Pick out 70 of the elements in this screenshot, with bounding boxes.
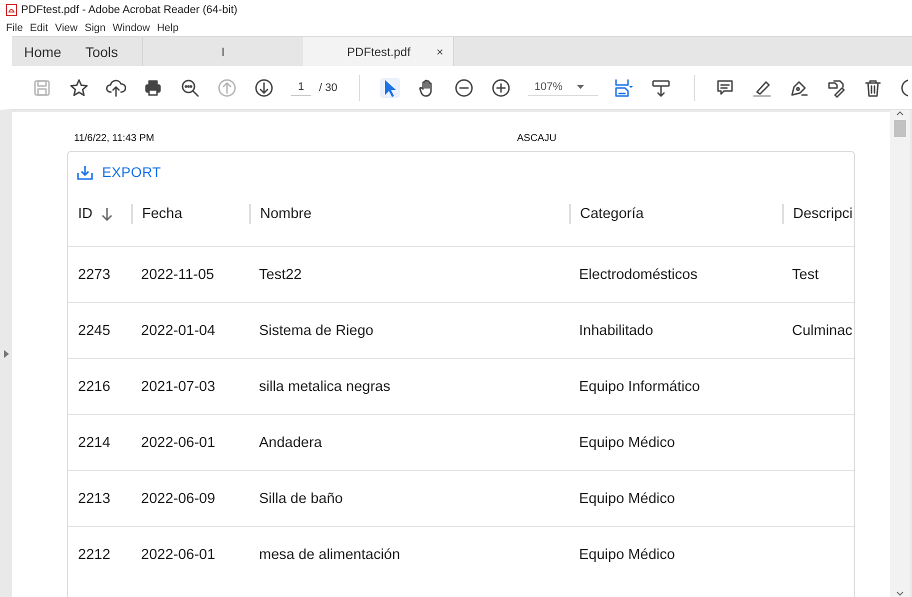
- scrollbar-thumb[interactable]: [894, 120, 906, 137]
- zoom-in-icon[interactable]: [491, 78, 512, 98]
- column-header[interactable]: Descripci: [793, 206, 853, 222]
- table-cell: Test: [792, 266, 819, 282]
- column-header[interactable]: Categoría: [580, 206, 644, 222]
- close-icon[interactable]: ×: [436, 44, 444, 58]
- comment-icon[interactable]: [715, 78, 736, 98]
- pdf-file-icon: [6, 4, 17, 16]
- pointer-icon[interactable]: [380, 78, 400, 98]
- document-title: ASCAJU: [517, 133, 556, 146]
- menu-item[interactable]: Window: [112, 22, 150, 34]
- next-page-icon[interactable]: [254, 78, 274, 98]
- window-title: PDFtest.pdf - Adobe Acrobat Reader (64-bit): [21, 4, 238, 16]
- caret-icon: [576, 85, 584, 89]
- table-cell: 2021-07-03: [141, 378, 216, 394]
- table-cell: 2245: [78, 322, 110, 338]
- table-cell: Equipo Informático: [579, 378, 700, 394]
- column-header[interactable]: Nombre: [260, 206, 312, 222]
- table-cell: Test22: [259, 266, 302, 282]
- table-cell: silla metalica negras: [259, 378, 390, 394]
- tab[interactable]: Tools: [73, 37, 130, 66]
- scroll-up-icon[interactable]: [896, 110, 904, 116]
- table-cell: Sistema de Riego: [259, 322, 374, 338]
- download-icon: [77, 164, 93, 180]
- zoom-out-icon[interactable]: [454, 78, 474, 98]
- table-cell: Silla de baño: [259, 490, 343, 506]
- table-cell: Culminac: [792, 322, 852, 338]
- menu-item[interactable]: Edit: [30, 22, 48, 34]
- scroll-mode-icon[interactable]: [651, 78, 672, 98]
- table-cell: 2216: [78, 378, 110, 394]
- table-cell: 2214: [78, 434, 110, 450]
- table-cell: Equipo Médico: [579, 490, 675, 506]
- trash-icon[interactable]: [863, 78, 884, 98]
- star-icon[interactable]: [69, 78, 89, 98]
- table-cell: Inhabilitado: [579, 322, 654, 338]
- table-cell: Equipo Médico: [579, 434, 675, 450]
- menu-item[interactable]: File: [6, 22, 23, 34]
- tab[interactable]: PDFtest.pdf ×: [303, 37, 454, 66]
- print-date: 11/6/22, 11:43 PM: [74, 133, 156, 146]
- scroll-down-icon[interactable]: [896, 591, 904, 597]
- tab[interactable]: Home: [12, 37, 74, 66]
- table-cell: mesa de alimentación: [259, 546, 400, 562]
- column-header[interactable]: ID: [78, 206, 92, 222]
- table-cell: 2022-06-01: [141, 434, 216, 450]
- table-cell: 2213: [78, 490, 110, 506]
- menu-item[interactable]: Help: [156, 22, 179, 34]
- sort-arrow-icon[interactable]: [100, 207, 112, 221]
- table-cell: Andadera: [259, 434, 322, 450]
- table-cell: Electrodomésticos: [579, 266, 698, 282]
- table-cell: 2273: [78, 266, 110, 282]
- table-cell: 2212: [78, 546, 110, 562]
- more-icon[interactable]: [900, 78, 908, 98]
- fill-sign-icon[interactable]: [826, 78, 846, 98]
- menu-item[interactable]: View: [55, 22, 78, 34]
- column-header[interactable]: Fecha: [142, 206, 182, 222]
- table-cell: 2022-06-01: [141, 546, 216, 562]
- cloud-upload-icon[interactable]: [106, 78, 126, 98]
- menu-item[interactable]: Sign: [84, 22, 106, 34]
- cursor-mark: I: [221, 44, 225, 58]
- page-number-field[interactable]: 1: [291, 79, 311, 96]
- page-count: / 30: [319, 82, 338, 94]
- table-cell: 2022-11-05: [141, 266, 214, 282]
- zoom-search-icon[interactable]: [180, 78, 200, 98]
- print-icon[interactable]: [143, 78, 163, 98]
- table-cell: Equipo Médico: [579, 546, 675, 562]
- expand-panel-icon[interactable]: [4, 350, 8, 358]
- table-cell: 2022-06-09: [141, 490, 216, 506]
- zoom-dropdown[interactable]: 107%: [528, 79, 598, 96]
- table-cell: 2022-01-04: [141, 322, 216, 338]
- export-button[interactable]: EXPORT: [68, 152, 172, 182]
